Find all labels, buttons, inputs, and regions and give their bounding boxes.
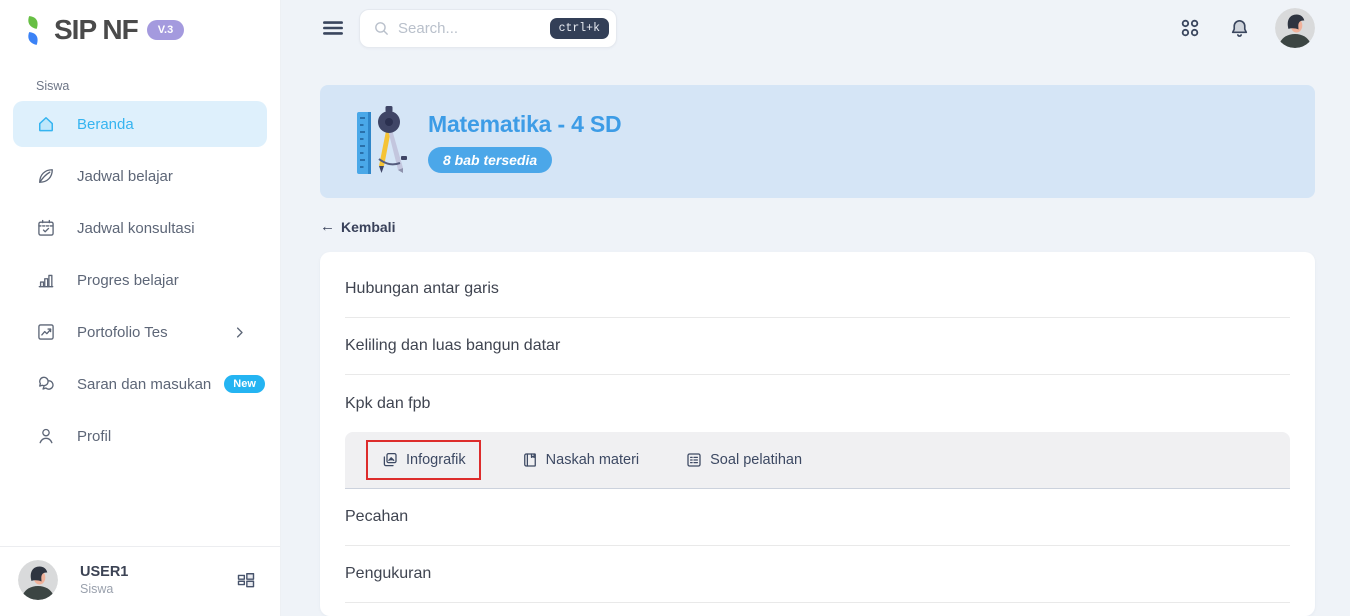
back-link[interactable]: ← Kembali: [320, 218, 395, 235]
resource-infografik[interactable]: Infografik: [366, 440, 481, 480]
course-banner: Matematika - 4 SD 8 bab tersedia: [320, 85, 1315, 198]
sidebar-section-label: Siswa: [36, 79, 280, 93]
course-title: Matematika - 4 SD: [428, 111, 621, 138]
app-name: SIP NF: [54, 14, 138, 46]
search-input[interactable]: [390, 20, 550, 37]
banner-text: Matematika - 4 SD 8 bab tersedia: [428, 111, 621, 173]
chapter-row-keliling-dan-luas[interactable]: Keliling dan luas bangun datar: [345, 318, 1290, 375]
chevron-right-icon: [232, 325, 247, 340]
app-logo[interactable]: SIP NF V.3: [0, 0, 280, 46]
chat-icon: [36, 374, 56, 394]
back-arrow-icon: ←: [320, 218, 335, 235]
back-label: Kembali: [341, 219, 395, 235]
sidebar-item-jadwal-konsultasi[interactable]: Jadwal konsultasi: [13, 205, 267, 251]
user-meta: USER1 Siswa: [80, 564, 128, 596]
bar-chart-icon: [36, 270, 56, 290]
chapter-row-hubungan-antar-garis[interactable]: Hubungan antar garis: [345, 261, 1290, 318]
math-tools-icon: [351, 104, 413, 180]
sidebar-item-label: Jadwal konsultasi: [77, 220, 195, 237]
resource-label: Soal pelatihan: [710, 452, 802, 468]
search-box[interactable]: ctrl+k: [359, 9, 617, 48]
sidebar-item-label: Jadwal belajar: [77, 168, 173, 185]
chapter-row-pecahan[interactable]: Pecahan: [345, 489, 1290, 546]
user-icon: [36, 426, 56, 446]
user-avatar[interactable]: [18, 560, 58, 600]
sidebar-item-progres-belajar[interactable]: Progres belajar: [13, 257, 267, 303]
sidebar-item-jadwal-belajar[interactable]: Jadwal belajar: [13, 153, 267, 199]
chapter-title: Hubungan antar garis: [345, 280, 499, 298]
search-icon: [373, 20, 390, 37]
chapter-row-pengukuran[interactable]: Pengukuran: [345, 546, 1290, 603]
sidebar-item-profil[interactable]: Profil: [13, 413, 267, 459]
photo-stack-icon: [381, 451, 399, 469]
book-icon: [521, 451, 539, 469]
layout-switch-icon[interactable]: [236, 570, 256, 590]
resource-label: Naskah materi: [546, 452, 639, 468]
sidebar-item-portofolio-tes[interactable]: Portofolio Tes: [13, 309, 267, 355]
calendar-check-icon: [36, 218, 56, 238]
sidebar-item-label: Saran dan masukan: [77, 376, 211, 393]
sidebar-item-beranda[interactable]: Beranda: [13, 101, 267, 147]
user-name: USER1: [80, 564, 128, 580]
chapter-title: Keliling dan luas bangun datar: [345, 337, 560, 355]
chapter-list-card: Hubungan antar garis Keliling dan luas b…: [320, 252, 1315, 616]
resource-naskah-materi[interactable]: Naskah materi: [521, 451, 639, 469]
leaf-logo-icon: [26, 13, 51, 46]
sidebar-item-label: Progres belajar: [77, 272, 179, 289]
apps-grid-icon[interactable]: [1179, 17, 1201, 39]
main-content: ctrl+k: [281, 0, 1350, 616]
hamburger-menu-icon[interactable]: [320, 15, 346, 41]
chapter-resources-bar: Infografik Naskah materi Soal pelatihan: [345, 432, 1290, 489]
chapter-title: Pengukuran: [345, 565, 431, 583]
resource-label: Infografik: [406, 452, 466, 468]
sidebar-item-label: Profil: [77, 428, 111, 445]
resource-soal-pelatihan[interactable]: Soal pelatihan: [685, 451, 802, 469]
chapter-title: Kpk dan fpb: [345, 395, 430, 413]
version-badge: V.3: [147, 20, 185, 40]
home-icon: [36, 114, 56, 134]
user-role: Siswa: [80, 582, 128, 596]
sidebar: SIP NF V.3 Siswa Beranda Jadwal belajar …: [0, 0, 281, 616]
shortcut-badge: ctrl+k: [550, 18, 609, 39]
list-details-icon: [685, 451, 703, 469]
sidebar-user-footer: USER1 Siswa: [0, 546, 280, 616]
topbar: ctrl+k: [320, 0, 1315, 56]
chapter-row-kpk-dan-fpb[interactable]: Kpk dan fpb: [345, 375, 1290, 432]
chapter-count-badge: 8 bab tersedia: [428, 147, 552, 173]
sidebar-nav: Beranda Jadwal belajar Jadwal konsultasi: [0, 101, 280, 465]
topbar-right: [1179, 8, 1315, 48]
profile-avatar[interactable]: [1275, 8, 1315, 48]
leaf-icon: [36, 166, 56, 186]
chapter-title: Pecahan: [345, 508, 408, 526]
new-badge: New: [224, 375, 265, 393]
sidebar-item-label: Portofolio Tes: [77, 324, 168, 341]
sidebar-item-label: Beranda: [77, 116, 134, 133]
line-chart-icon: [36, 322, 56, 342]
notification-bell-icon[interactable]: [1228, 17, 1251, 40]
sidebar-item-saran-dan-masukan[interactable]: Saran dan masukan New: [13, 361, 267, 407]
